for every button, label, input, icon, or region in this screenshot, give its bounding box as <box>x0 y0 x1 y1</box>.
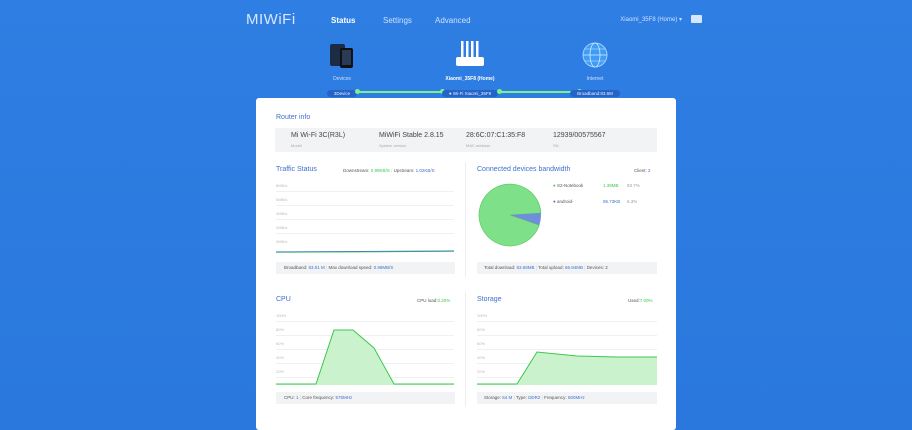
user-menu[interactable]: Xiaomi_35F8 (Home) ▾ <box>620 16 682 23</box>
device-size: 1.39MB <box>603 183 619 188</box>
devices-badge: 3Device <box>326 90 358 97</box>
devices-label: Devices: <box>586 265 604 270</box>
cpu-footer-text: CPU: 1 | Core frequency: 575MHz <box>284 395 353 400</box>
traffic-title: Traffic Status <box>276 166 317 173</box>
cpu-load-value: 0.20% <box>437 298 451 303</box>
cpu-load: CPU load:0.20% <box>417 298 450 303</box>
legend-dot-icon: ● <box>553 199 556 204</box>
mail-icon[interactable] <box>691 15 702 23</box>
client-value: 2 <box>648 168 651 173</box>
downstream-label: Downstream: <box>343 168 370 173</box>
traffic-ytick: 0MB/s <box>276 239 288 244</box>
device-legend-row: ● S2-Notebook 1.39MB 93.7% <box>553 183 663 188</box>
broadband-value: 83.01 M <box>308 265 325 270</box>
cpu-count-label: CPU: <box>284 395 295 400</box>
link-dot <box>355 89 360 94</box>
traffic-ytick: 2MB/s <box>276 225 288 230</box>
broadband-label: Broadband: <box>284 265 308 270</box>
top-bar: MIWiFi Status Settings Advanced Xiaomi_3… <box>0 0 912 36</box>
traffic-rates: Downstream: 0.99KB/S / Upstream: 1.02KB/… <box>343 168 435 173</box>
legend-dot-icon: ● <box>553 183 556 188</box>
device-pct: 93.7% <box>627 183 640 188</box>
device-pct: 6.3% <box>627 199 638 204</box>
section-divider <box>465 162 466 277</box>
storage-frequency-label: Frequency: <box>544 395 567 400</box>
storage-size-value: 64 M <box>502 395 513 400</box>
device-size: 95.73KB <box>603 199 621 204</box>
bandwidth-footer-text: Total download: 83.68MB | Total upload: … <box>484 265 608 270</box>
gridline <box>276 233 454 234</box>
traffic-footer-text: Broadband: 83.01 M | Max download speed:… <box>284 265 394 270</box>
cpu-load-label: CPU load: <box>417 298 438 303</box>
gridline <box>276 205 454 206</box>
devices-router-link <box>357 91 442 93</box>
router-info-title: Router info <box>276 114 311 121</box>
globe-icon <box>582 42 608 68</box>
sn-label: SN <box>553 143 559 148</box>
traffic-chart-line <box>276 250 455 253</box>
bandwidth-title: Connected devices bandwidth <box>477 166 571 173</box>
core-frequency-label: Core frequency: <box>302 395 335 400</box>
system-version-label: System version <box>379 143 407 148</box>
cpu-title: CPU <box>276 296 291 303</box>
sn-value: 12939/00575567 <box>553 132 606 139</box>
storage-footer-text: Storage: 64 M | Type: DDR2 | Frequency: … <box>484 395 585 400</box>
storage-used: Used:7.00% <box>628 298 653 303</box>
client-label: Client: <box>634 168 647 173</box>
device-name: S2-Notebook <box>556 183 584 188</box>
internet-badge: Broadband:83.6M <box>570 90 620 97</box>
cpu-count-value: 1 <box>296 395 299 400</box>
nav-status[interactable]: Status <box>331 16 355 25</box>
traffic-ytick: 4MB/s <box>276 211 288 216</box>
section-divider <box>465 292 466 407</box>
total-upload-value: 66.94MB <box>564 265 583 270</box>
cpu-area-chart <box>276 329 454 385</box>
router-icon <box>456 41 484 66</box>
max-download-label: Max download speed: <box>328 265 373 270</box>
model-label: Model <box>291 143 302 148</box>
router-label: Xiaomi_35F8 (Home) <box>445 76 495 82</box>
upstream-label: Upstream: <box>393 168 415 173</box>
devices-icon <box>330 44 353 68</box>
storage-ytick: 100% <box>477 313 488 318</box>
gridline <box>276 191 454 192</box>
storage-type-label: Type: <box>515 395 527 400</box>
client-count: Client: 2 <box>634 168 651 173</box>
storage-size-label: Storage: <box>484 395 502 400</box>
cpu-ytick: 100% <box>276 313 287 318</box>
link-dot <box>497 89 502 94</box>
total-upload-label: Total upload: <box>538 265 564 270</box>
upstream-value: 1.02KB/S <box>415 168 435 173</box>
device-legend-row: ● android- 95.73KB 6.3% <box>553 199 663 204</box>
traffic-ytick: 6MB/s <box>276 197 288 202</box>
bandwidth-pie <box>478 183 542 247</box>
storage-area-chart <box>477 351 657 385</box>
mac-label: MAC address <box>466 143 491 148</box>
downstream-value: 0.99KB/S <box>370 168 390 173</box>
devices-label: Devices <box>333 76 351 82</box>
network-topology: Devices 3Device Xiaomi_35F8 (Home) ● Wi-… <box>0 36 912 98</box>
storage-frequency-value: 800MHz <box>567 395 585 400</box>
storage-title: Storage <box>477 296 502 303</box>
mac-value: 28:6C:07:C1:35:F8 <box>466 132 526 139</box>
nav-settings[interactable]: Settings <box>383 16 412 25</box>
traffic-ytick: 8MB/s <box>276 183 288 188</box>
model-value: Mi Wi-Fi 3C(R3L) <box>291 132 346 139</box>
system-version-value: MiWiFi Stable 2.8.15 <box>379 132 444 139</box>
internet-label: Internet <box>586 76 604 82</box>
internet-node[interactable]: Internet Broadband:83.6M <box>567 41 623 100</box>
storage-used-label: Used: <box>628 298 640 303</box>
nav-advanced[interactable]: Advanced <box>435 16 471 25</box>
device-name: android- <box>556 199 574 204</box>
storage-used-value: 7.00% <box>639 298 653 303</box>
devices-value: 2 <box>605 265 608 270</box>
total-download-value: 83.68MB <box>516 265 535 270</box>
total-download-label: Total download: <box>484 265 516 270</box>
gridline <box>276 219 454 220</box>
core-frequency-value: 575MHz <box>335 395 353 400</box>
logo: MIWiFi <box>246 11 296 28</box>
max-download-value: 0.98MB/S <box>373 265 394 270</box>
router-badge: ● Wi-Fi Xiaomi_35F8 <box>441 90 499 97</box>
storage-type-value: DDR2 <box>528 395 541 400</box>
